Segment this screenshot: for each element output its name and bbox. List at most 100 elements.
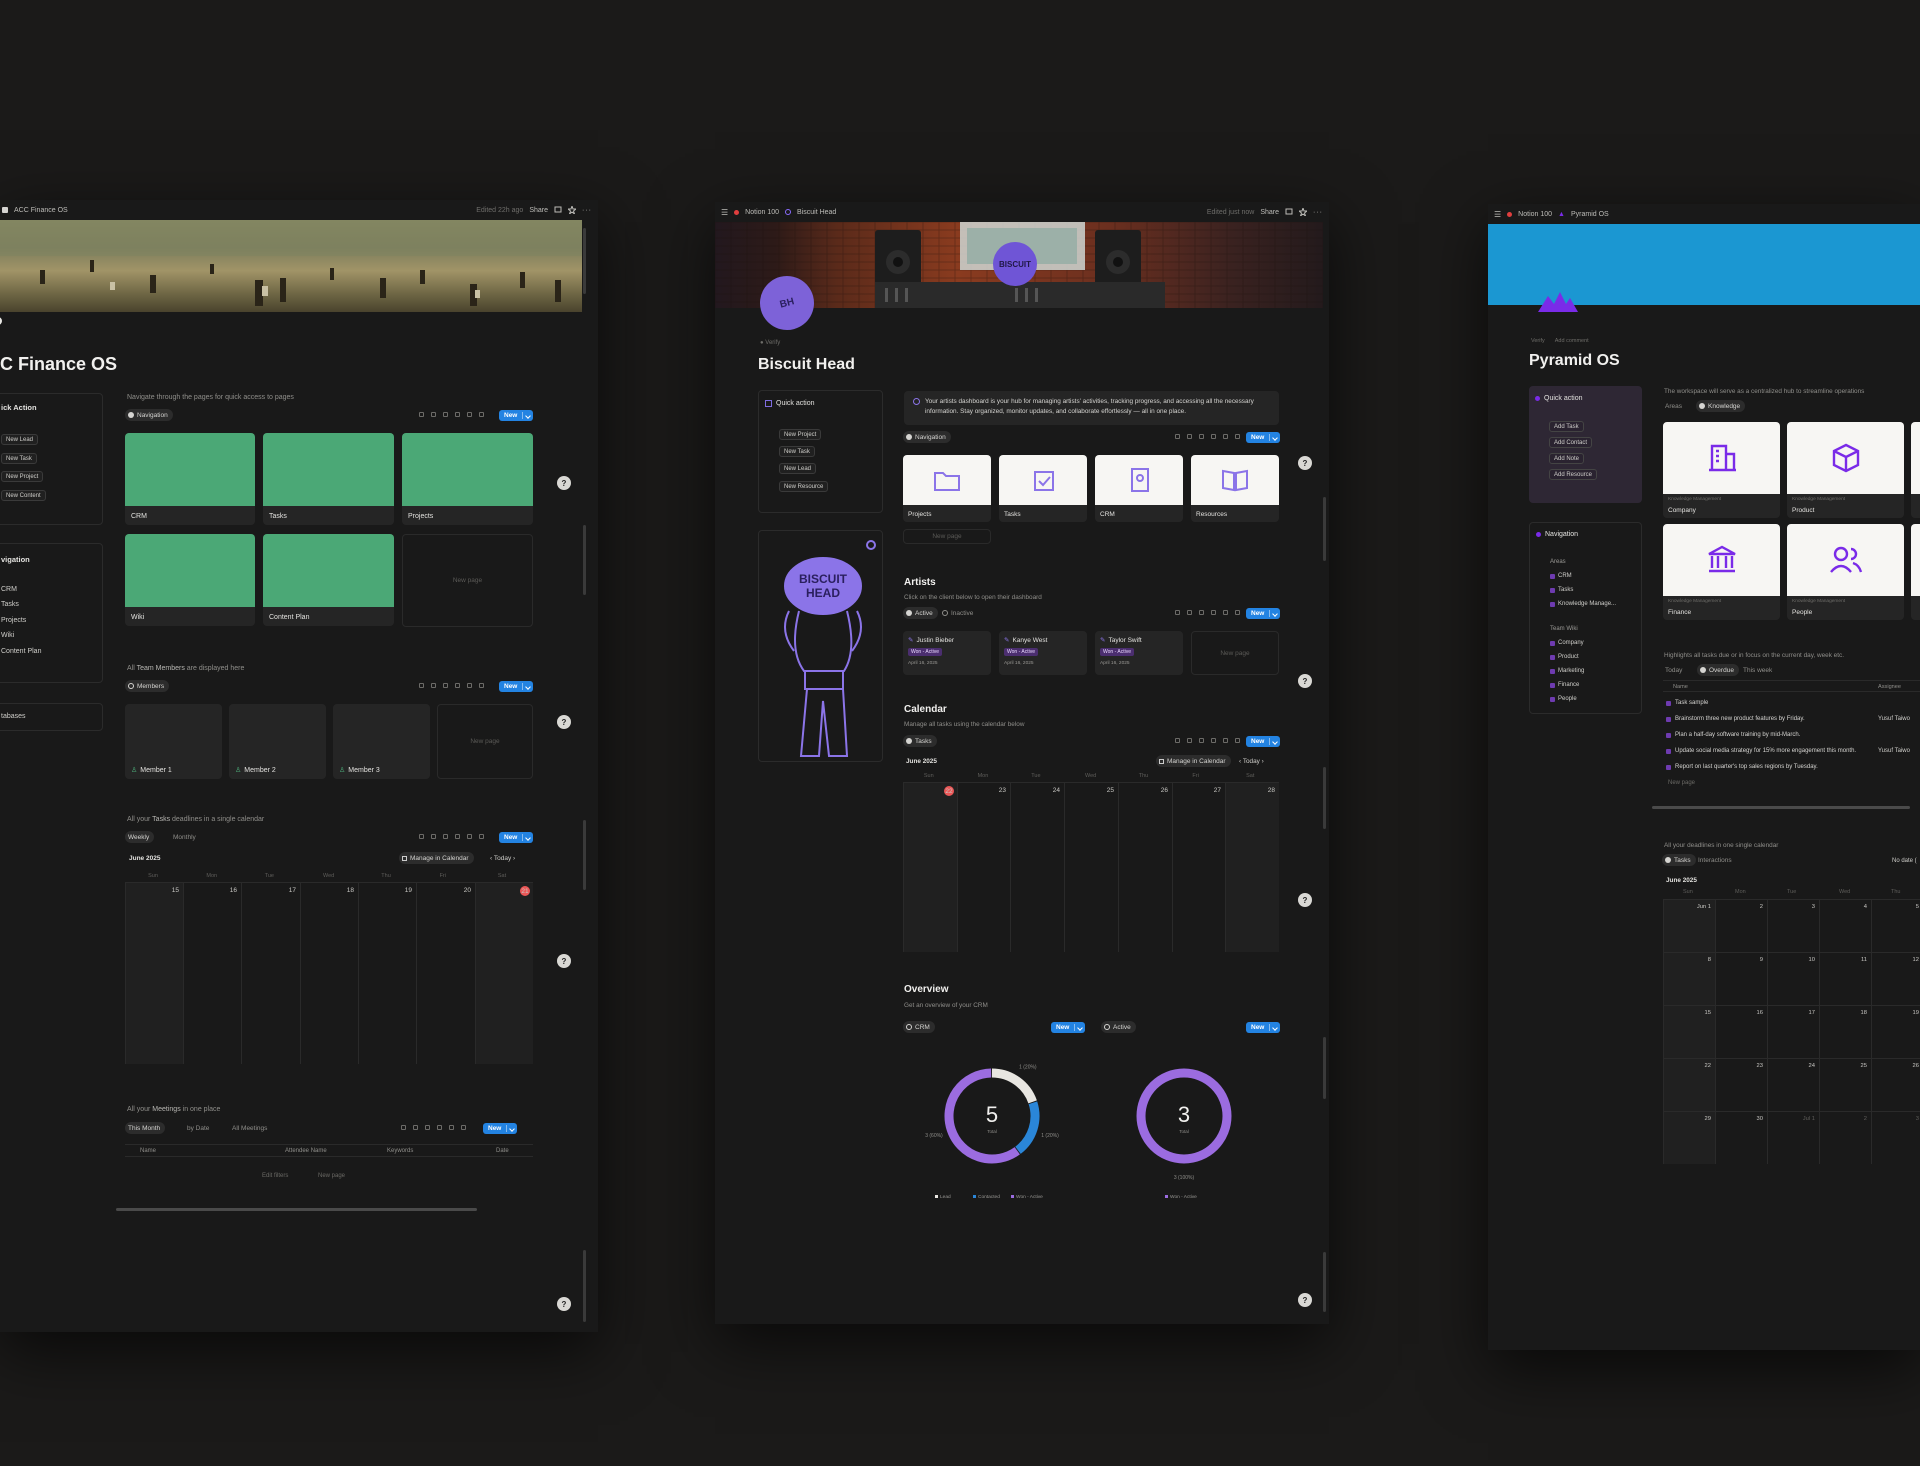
horizontal-scrollbar[interactable] [1652, 806, 1910, 809]
nav-tasks[interactable]: Tasks [1, 601, 19, 608]
share-button[interactable]: Share [529, 207, 548, 214]
calendar-day-cell[interactable]: 24 [1767, 1058, 1819, 1111]
help-icon[interactable]: ? [557, 1297, 571, 1311]
calendar-day-cell[interactable]: 2 [1819, 1111, 1871, 1164]
task-row[interactable]: Plan a half-day software training by mid… [1666, 732, 1800, 738]
nav-marketing[interactable]: Marketing [1550, 668, 1584, 674]
new-resource-button[interactable]: New Resource [779, 481, 829, 492]
today-button[interactable]: ‹ Today › [490, 855, 515, 862]
today-tab[interactable]: Today [1662, 664, 1687, 676]
calendar-day-cell[interactable]: 29 [1663, 1111, 1715, 1164]
new-project-button[interactable]: New Project [779, 429, 822, 440]
nav-card-wiki[interactable]: Wiki [125, 534, 255, 626]
menu-icon[interactable]: ☰ [1494, 210, 1501, 219]
interactions-tab[interactable]: Interactions [1695, 854, 1737, 866]
calendar-day-cell[interactable]: 10 [1767, 952, 1819, 1005]
active-chart-tab[interactable]: Active [1101, 1021, 1136, 1033]
members-view-tab[interactable]: Members [125, 680, 170, 692]
add-comment-link[interactable]: Add comment [1555, 338, 1589, 344]
help-icon[interactable]: ? [557, 715, 571, 729]
artist-card[interactable]: ✎ Justin Bieber Won - Active April 16, 2025 [903, 631, 991, 675]
breadcrumb-pyramid-os[interactable]: Pyramid OS [1571, 211, 1609, 218]
new-button[interactable]: New [499, 681, 533, 692]
calendar-day-cell[interactable]: 16 [1715, 1005, 1767, 1058]
scrollbar[interactable] [1323, 497, 1326, 561]
no-date-label[interactable]: No date ( [1892, 858, 1917, 864]
new-task-button[interactable]: New Task [779, 446, 815, 457]
new-button[interactable]: New [1246, 608, 1280, 619]
by-date-view-tab[interactable]: by Date [184, 1122, 214, 1134]
nav-wiki[interactable]: Wiki [1, 632, 14, 639]
navigation-view-tab[interactable]: Navigation [125, 409, 173, 421]
calendar-day-cell[interactable]: Jul 1 [1767, 1111, 1819, 1164]
new-page-button[interactable]: New page [903, 529, 991, 544]
manage-in-calendar-button[interactable]: Manage in Calendar [1156, 755, 1231, 767]
add-note-button[interactable]: Add Note [1549, 453, 1585, 464]
new-button[interactable]: New [1051, 1022, 1085, 1033]
overdue-tab[interactable]: Overdue [1697, 664, 1739, 676]
nav-card-resources[interactable]: Resources [1191, 455, 1279, 522]
view-toolbar[interactable] [1175, 738, 1240, 743]
company-card[interactable]: Knowledge Management Company [1663, 422, 1780, 518]
more-card[interactable] [1911, 422, 1920, 518]
more-card[interactable] [1911, 524, 1920, 620]
next-icon[interactable]: › [513, 855, 515, 862]
breadcrumb-title[interactable]: ACC Finance OS [14, 207, 68, 214]
add-task-button[interactable]: Add Task [1549, 421, 1584, 432]
calendar-day-cell[interactable]: 8 [1663, 952, 1715, 1005]
calendar-day-cell[interactable]: 5 [1871, 899, 1920, 952]
more-icon[interactable]: ··· [1313, 209, 1323, 216]
this-week-tab[interactable]: This week [1740, 664, 1777, 676]
view-toolbar[interactable] [1175, 610, 1240, 615]
member-card[interactable]: ♙ Member 2 [229, 704, 326, 779]
nav-card-tasks[interactable]: Tasks [999, 455, 1087, 522]
scrollbar[interactable] [1323, 767, 1326, 829]
new-lead-button[interactable]: New Lead [1, 434, 39, 445]
calendar-day-cell[interactable]: 11 [1819, 952, 1871, 1005]
new-content-button[interactable]: New Content [1, 490, 46, 501]
navigation-view-tab[interactable]: Navigation [903, 431, 951, 443]
new-button[interactable]: New [499, 410, 533, 421]
calendar-day-cell[interactable]: 3 [1871, 1111, 1920, 1164]
prev-icon[interactable]: ‹ [490, 855, 492, 862]
view-toolbar[interactable] [419, 412, 484, 417]
task-row[interactable]: Update social media strategy for 15% mor… [1666, 748, 1856, 754]
view-toolbar[interactable] [401, 1125, 466, 1130]
calendar-day-cell[interactable]: 17 [1767, 1005, 1819, 1058]
share-button[interactable]: Share [1260, 209, 1279, 216]
comment-icon[interactable] [554, 206, 562, 214]
new-project-button[interactable]: New Project [1, 471, 44, 482]
this-month-view-tab[interactable]: This Month [125, 1122, 166, 1134]
calendar-day-cell[interactable]: 22 [1663, 1058, 1715, 1111]
help-icon[interactable]: ? [557, 954, 571, 968]
verify-link[interactable]: Verify [1531, 338, 1545, 344]
calendar-day-cell[interactable]: Jun 1 [1663, 899, 1715, 952]
calendar-day-cell[interactable]: 15 [1663, 1005, 1715, 1058]
help-icon[interactable]: ? [557, 476, 571, 490]
nav-finance[interactable]: Finance [1550, 682, 1579, 688]
nav-projects[interactable]: Projects [1, 617, 26, 624]
menu-icon[interactable]: ☰ [721, 208, 728, 217]
crm-chart-tab[interactable]: CRM [903, 1021, 935, 1033]
horizontal-scrollbar[interactable] [116, 1208, 477, 1211]
calendar-day-cell[interactable]: 19 [1871, 1005, 1920, 1058]
artist-card[interactable]: ✎ Taylor Swift Won - Active April 16, 2025 [1095, 631, 1183, 675]
nav-card-projects[interactable]: Projects [903, 455, 991, 522]
nav-knowledge[interactable]: Knowledge Manage... [1550, 601, 1616, 607]
task-row[interactable]: Brainstorm three new product features by… [1666, 716, 1805, 722]
new-page-card[interactable]: New page [402, 534, 533, 627]
manage-in-calendar-button[interactable]: Manage in Calendar [399, 852, 474, 864]
breadcrumb-biscuit-head[interactable]: Biscuit Head [797, 209, 836, 216]
task-row[interactable]: Report on last quarter's top sales regio… [1666, 764, 1818, 770]
calendar-day-cell[interactable]: 12 [1871, 952, 1920, 1005]
scrollbar[interactable] [583, 228, 586, 294]
more-icon[interactable]: ··· [582, 207, 592, 214]
star-icon[interactable] [1299, 208, 1307, 216]
people-card[interactable]: Knowledge Management People [1787, 524, 1904, 620]
monthly-view-tab[interactable]: Monthly [170, 831, 201, 843]
view-toolbar[interactable] [419, 683, 484, 688]
calendar-day-cell[interactable]: 26 [1871, 1058, 1920, 1111]
calendar-day-cell[interactable]: 2 [1715, 899, 1767, 952]
new-button[interactable]: New [483, 1123, 517, 1134]
nav-content-plan[interactable]: Content Plan [1, 648, 41, 655]
